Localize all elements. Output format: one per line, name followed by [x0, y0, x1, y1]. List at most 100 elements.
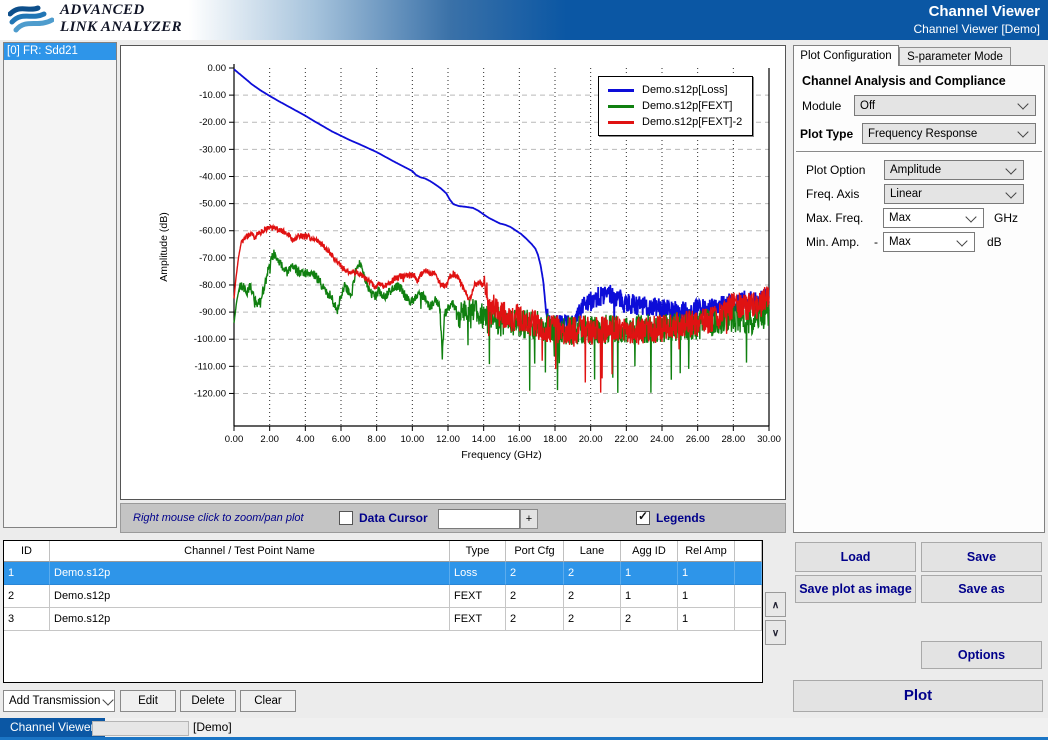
- cell-aggid[interactable]: 1: [621, 585, 678, 608]
- cell-name[interactable]: Demo.s12p: [50, 585, 450, 608]
- channel-table: ID Channel / Test Point Name Type Port C…: [3, 540, 763, 683]
- channel-viewer-window: ADVANCED LINK ANALYZER Channel Viewer Ch…: [0, 0, 1048, 740]
- plot-option-select[interactable]: Amplitude: [884, 160, 1024, 180]
- table-header-row: ID Channel / Test Point Name Type Port C…: [4, 541, 762, 562]
- svg-text:-30.00: -30.00: [199, 144, 226, 155]
- cell-type[interactable]: Loss: [450, 562, 506, 585]
- svg-text:18.00: 18.00: [543, 434, 567, 445]
- svg-text:-60.00: -60.00: [199, 226, 226, 237]
- save-as-button[interactable]: Save as: [921, 575, 1042, 603]
- table-row[interactable]: 3 Demo.s12p FEXT 2 2 2 1: [4, 608, 762, 631]
- tab-s-parameter-mode[interactable]: S-parameter Mode: [899, 47, 1011, 66]
- header-titles: Channel Viewer Channel Viewer [Demo]: [913, 3, 1040, 37]
- svg-text:24.00: 24.00: [650, 434, 674, 445]
- status-bar: Channel Viewer [Demo]: [0, 718, 1048, 737]
- min-amp-minus-sign: -: [869, 235, 883, 249]
- svg-text:-90.00: -90.00: [199, 307, 226, 318]
- legend-entry: Demo.s12p[FEXT]-2: [608, 114, 742, 130]
- list-item-fr-sdd21[interactable]: [0] FR: Sdd21: [4, 43, 116, 60]
- cell-relamp[interactable]: 1: [678, 562, 735, 585]
- svg-text:2.00: 2.00: [260, 434, 279, 445]
- data-cursor-checkbox[interactable]: ✓: [339, 511, 353, 525]
- cell-name[interactable]: Demo.s12p: [50, 608, 450, 631]
- wave-logo-icon: [8, 2, 54, 36]
- freq-axis-select[interactable]: Linear: [884, 184, 1024, 204]
- add-transmission-value: Add Transmission: [4, 695, 100, 707]
- cell-relamp[interactable]: 1: [678, 608, 735, 631]
- legend-line-sample: [608, 105, 634, 108]
- cell-type[interactable]: FEXT: [450, 608, 506, 631]
- max-freq-combobox[interactable]: Max: [883, 208, 984, 228]
- cell-id[interactable]: 2: [4, 585, 50, 608]
- svg-text:-80.00: -80.00: [199, 280, 226, 291]
- svg-text:-20.00: -20.00: [199, 117, 226, 128]
- min-amp-value: Max: [884, 236, 954, 248]
- cell-lane[interactable]: 2: [564, 585, 621, 608]
- cell-lane[interactable]: 2: [564, 608, 621, 631]
- app-logo: ADVANCED LINK ANALYZER: [8, 2, 182, 36]
- data-cursor-label: Data Cursor: [359, 511, 428, 525]
- cell-id[interactable]: 3: [4, 608, 50, 631]
- status-progress-box: [92, 721, 189, 736]
- col-header-relamp[interactable]: Rel Amp: [678, 541, 735, 562]
- col-header-aggid[interactable]: Agg ID: [621, 541, 678, 562]
- table-row[interactable]: 1 Demo.s12p Loss 2 2 1 1: [4, 562, 762, 585]
- cell-aggid[interactable]: 2: [621, 608, 678, 631]
- load-button[interactable]: Load: [795, 542, 916, 572]
- col-header-portcfg[interactable]: Port Cfg: [506, 541, 564, 562]
- plot-type-select[interactable]: Frequency Response: [862, 123, 1036, 144]
- col-header-type[interactable]: Type: [450, 541, 506, 562]
- svg-text:16.00: 16.00: [507, 434, 531, 445]
- table-row[interactable]: 2 Demo.s12p FEXT 2 2 1 1: [4, 585, 762, 608]
- cell-lane[interactable]: 2: [564, 562, 621, 585]
- result-listbox[interactable]: [0] FR: Sdd21: [3, 42, 117, 528]
- cell-portcfg[interactable]: 2: [506, 585, 564, 608]
- row-move-down-button[interactable]: ∨: [765, 620, 786, 645]
- cell-name[interactable]: Demo.s12p: [50, 562, 450, 585]
- freq-axis-value: Linear: [885, 188, 1003, 200]
- save-plot-as-image-button[interactable]: Save plot as image: [795, 575, 916, 603]
- svg-text:-10.00: -10.00: [199, 90, 226, 101]
- max-freq-label: Max. Freq.: [806, 211, 883, 225]
- cell-relamp[interactable]: 1: [678, 585, 735, 608]
- cell-type[interactable]: FEXT: [450, 585, 506, 608]
- cell-portcfg[interactable]: 2: [506, 562, 564, 585]
- col-header-lane[interactable]: Lane: [564, 541, 621, 562]
- row-move-up-button[interactable]: ∧: [765, 592, 786, 617]
- add-cursor-button[interactable]: +: [520, 509, 538, 529]
- separator: [796, 151, 1042, 153]
- svg-text:8.00: 8.00: [367, 434, 386, 445]
- legends-checkbox[interactable]: ✓: [636, 511, 650, 525]
- save-button[interactable]: Save: [921, 542, 1042, 572]
- status-app-label: Channel Viewer: [0, 718, 105, 737]
- plot-area[interactable]: 0.00-10.00-20.00-30.00-40.00-50.00-60.00…: [120, 45, 786, 500]
- cell-id[interactable]: 1: [4, 562, 50, 585]
- legend-label: Demo.s12p[FEXT]: [642, 100, 732, 112]
- svg-text:20.00: 20.00: [579, 434, 603, 445]
- chevron-down-icon: [965, 211, 976, 222]
- svg-text:Frequency (GHz): Frequency (GHz): [461, 449, 542, 461]
- add-transmission-dropdown[interactable]: Add Transmission: [3, 690, 115, 712]
- max-freq-value: Max: [884, 212, 963, 224]
- clear-button[interactable]: Clear: [240, 690, 296, 712]
- plot-button[interactable]: Plot: [793, 680, 1043, 712]
- options-button[interactable]: Options: [921, 641, 1042, 669]
- svg-text:0.00: 0.00: [208, 63, 227, 74]
- svg-text:26.00: 26.00: [686, 434, 710, 445]
- edit-button[interactable]: Edit: [120, 690, 176, 712]
- delete-button[interactable]: Delete: [180, 690, 236, 712]
- svg-text:-120.00: -120.00: [194, 388, 226, 399]
- cursor-value-input[interactable]: [438, 509, 520, 529]
- col-header-id[interactable]: ID: [4, 541, 50, 562]
- cell-aggid[interactable]: 1: [621, 562, 678, 585]
- checkmark-icon: ✓: [638, 509, 648, 523]
- module-select[interactable]: Off: [854, 95, 1036, 116]
- min-amp-combobox[interactable]: Max: [883, 232, 975, 252]
- cell-portcfg[interactable]: 2: [506, 608, 564, 631]
- svg-text:12.00: 12.00: [436, 434, 460, 445]
- plot-option-value: Amplitude: [885, 164, 1003, 176]
- col-header-name[interactable]: Channel / Test Point Name: [50, 541, 450, 562]
- logo-line1: ADVANCED: [60, 2, 182, 19]
- max-freq-unit: GHz: [994, 211, 1018, 225]
- tab-plot-configuration[interactable]: Plot Configuration: [793, 45, 899, 66]
